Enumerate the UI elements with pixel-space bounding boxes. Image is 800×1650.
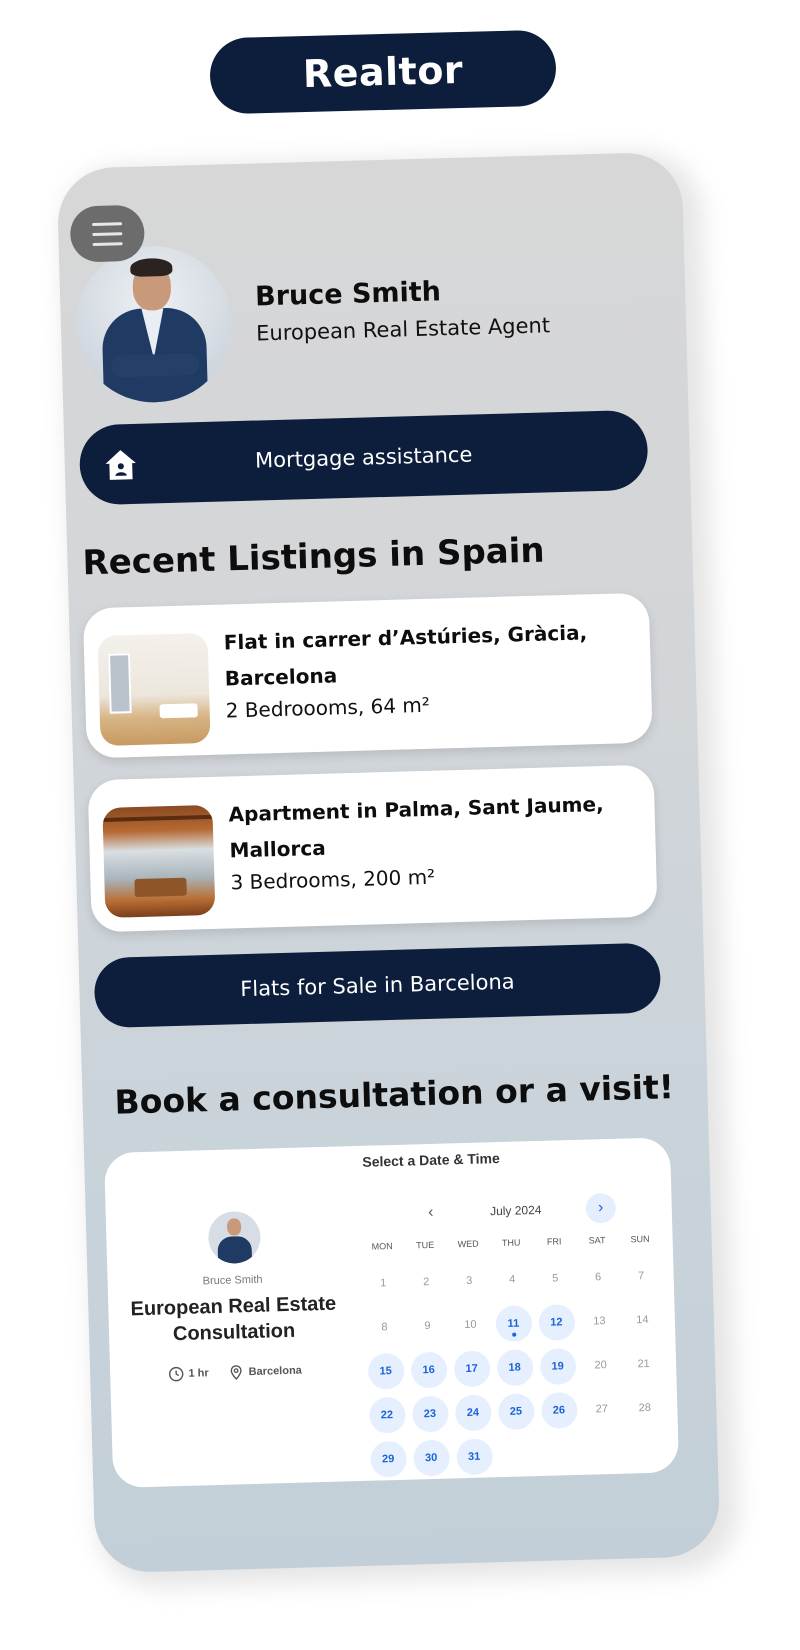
weekday-label: THU bbox=[501, 1237, 521, 1248]
calendar-day: 6 bbox=[594, 1271, 602, 1284]
avatar-head bbox=[226, 1218, 242, 1236]
calendar-day: 7 bbox=[637, 1270, 645, 1283]
photo-furniture bbox=[134, 877, 187, 898]
avatar-hair bbox=[130, 257, 173, 277]
calendar-day-available[interactable]: 12 bbox=[537, 1303, 575, 1341]
duration-text: 1 hr bbox=[188, 1367, 209, 1380]
calendar-grid: MON TUE WED THU FRI SAT SUN 1 2 3 4 5 6 7 8 9 10 11 12 13 14… bbox=[361, 1233, 673, 1478]
flats-for-sale-button[interactable]: Flats for Sale in Barcelona bbox=[93, 942, 662, 1029]
photo-window bbox=[108, 653, 132, 714]
calendar-day: 28 bbox=[638, 1401, 652, 1415]
host-avatar bbox=[207, 1210, 262, 1265]
calendar-day-available[interactable]: 23 bbox=[411, 1395, 449, 1433]
calendar-day-available[interactable]: 19 bbox=[539, 1347, 577, 1385]
listing-title: Apartment in Palma, Sant Jaume, Mallorca bbox=[228, 791, 604, 863]
calendar-day-available[interactable]: 17 bbox=[453, 1350, 491, 1388]
calendar-day: 5 bbox=[551, 1272, 559, 1285]
listing-photo bbox=[102, 804, 216, 918]
listing-details: 2 Bedroooms, 64 m² bbox=[225, 692, 431, 723]
calendar-day: 9 bbox=[424, 1320, 431, 1333]
location-text: Barcelona bbox=[248, 1364, 303, 1379]
calendar-day-available[interactable]: 22 bbox=[368, 1396, 406, 1434]
weekday-label: SAT bbox=[588, 1235, 606, 1246]
calendar-day-available[interactable]: 16 bbox=[410, 1351, 448, 1389]
calendar-day: 14 bbox=[636, 1313, 649, 1327]
booking-widget: Bruce Smith European Real Estate Consult… bbox=[104, 1137, 680, 1488]
weekday-label: WED bbox=[457, 1238, 479, 1250]
agent-name: Bruce Smith bbox=[254, 276, 442, 313]
hamburger-menu-button[interactable] bbox=[69, 204, 146, 263]
listing-card[interactable]: Flat in carrer d’Astúries, Gràcia, Barce… bbox=[82, 592, 653, 759]
avatar-arms bbox=[110, 353, 200, 378]
weekday-label: SUN bbox=[630, 1233, 650, 1245]
calendar-day: 27 bbox=[595, 1403, 609, 1416]
listing-photo bbox=[97, 632, 211, 746]
photo-ceiling-beam bbox=[102, 814, 213, 822]
calendar-day: 20 bbox=[594, 1359, 607, 1372]
calendar-day: 1 bbox=[380, 1277, 387, 1290]
calendar-heading: Select a Date & Time bbox=[362, 1150, 501, 1170]
mortgage-assistance-button[interactable]: Mortgage assistance bbox=[78, 409, 649, 506]
agent-avatar bbox=[73, 244, 235, 405]
calendar-day: 3 bbox=[465, 1274, 473, 1287]
event-duration: 1 hr bbox=[168, 1365, 209, 1382]
clock-icon bbox=[169, 1366, 184, 1382]
booking-heading: Book a consultation or a visit! bbox=[114, 1067, 675, 1122]
calendar-panel: Select a Date & Time ‹ July 2024 › MON TU… bbox=[354, 1137, 679, 1481]
calendar-day-available[interactable]: 30 bbox=[412, 1439, 450, 1477]
agent-role: European Real Estate Agent bbox=[255, 313, 551, 346]
calendar-day-available[interactable]: 11 bbox=[494, 1305, 532, 1343]
month-navigation: ‹ July 2024 › bbox=[415, 1192, 617, 1229]
listing-card[interactable]: Apartment in Palma, Sant Jaume, Mallorca… bbox=[87, 764, 658, 933]
calendar-day: 13 bbox=[593, 1315, 606, 1328]
flats-for-sale-label: Flats for Sale in Barcelona bbox=[239, 969, 515, 1002]
weekday-label: TUE bbox=[416, 1239, 435, 1251]
event-info-panel: Bruce Smith European Real Estate Consult… bbox=[104, 1146, 363, 1488]
menu-icon-line bbox=[92, 231, 123, 236]
weekday-label: MON bbox=[371, 1241, 393, 1252]
listings-heading: Recent Listings in Spain bbox=[81, 530, 546, 584]
calendar-day-available[interactable]: 25 bbox=[497, 1393, 535, 1431]
calendar-day-available[interactable]: 24 bbox=[454, 1394, 492, 1432]
calendar-day-available[interactable]: 15 bbox=[367, 1352, 405, 1390]
menu-icon-line bbox=[92, 221, 123, 226]
listing-title: Flat in carrer d’Astúries, Gràcia, Barce… bbox=[223, 620, 588, 691]
house-icon bbox=[105, 450, 136, 480]
calendar-day-available[interactable]: 29 bbox=[369, 1440, 407, 1478]
calendar-day-available[interactable]: 18 bbox=[496, 1349, 534, 1387]
host-name: Bruce Smith bbox=[202, 1273, 263, 1288]
app-title-badge: Realtor bbox=[209, 29, 557, 115]
next-month-button[interactable]: › bbox=[585, 1192, 617, 1224]
calendar-day: 10 bbox=[464, 1318, 477, 1332]
weekday-label: FRI bbox=[546, 1236, 562, 1247]
previous-month-button[interactable]: ‹ bbox=[415, 1198, 446, 1229]
calendar-day: 8 bbox=[381, 1321, 388, 1334]
phone-screen: Bruce Smith European Real Estate Agent M… bbox=[56, 151, 721, 1574]
event-location: Barcelona bbox=[228, 1363, 302, 1381]
menu-icon-line bbox=[92, 241, 123, 246]
mortgage-label: Mortgage assistance bbox=[254, 442, 473, 473]
calendar-day-available[interactable]: 26 bbox=[540, 1391, 578, 1429]
listing-details: 3 Bedrooms, 200 m² bbox=[230, 864, 436, 895]
calendar-day: 2 bbox=[423, 1276, 430, 1289]
event-meta: 1 hr Barcelona bbox=[110, 1361, 360, 1384]
current-month: July 2024 bbox=[489, 1202, 542, 1219]
location-pin-icon bbox=[231, 1365, 243, 1380]
avatar-suit bbox=[217, 1235, 253, 1265]
calendar-day-available[interactable]: 31 bbox=[455, 1438, 493, 1476]
photo-furniture bbox=[159, 703, 198, 719]
event-title: European Real Estate Consultation bbox=[130, 1292, 337, 1346]
calendar-day: 4 bbox=[508, 1273, 516, 1286]
calendar-day: 21 bbox=[637, 1357, 650, 1371]
